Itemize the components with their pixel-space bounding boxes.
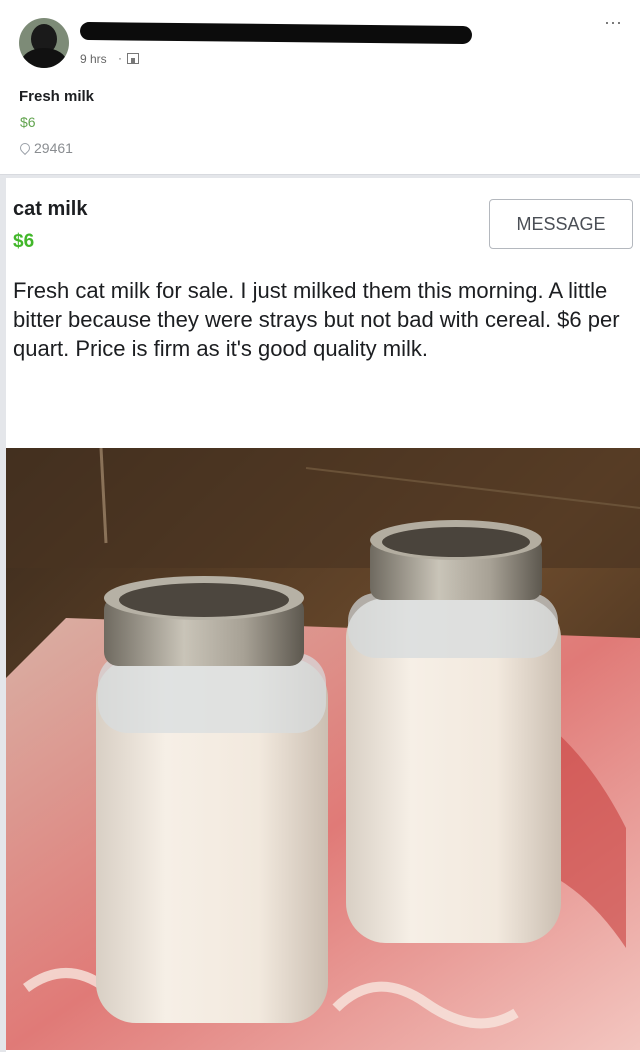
location-pin-icon [17,140,33,156]
shared-listing-title[interactable]: Fresh milk [19,88,94,105]
avatar[interactable] [19,18,69,68]
left-jar [96,576,328,1023]
listing-description: Fresh cat milk for sale. I just milked t… [13,278,620,361]
shared-listing-price: $6 [20,114,36,130]
avatar-silhouette-body [21,48,67,68]
listing-card: cat milk $6 MESSAGE Fresh cat milk for s… [6,178,640,1052]
listing-price: $6 [13,231,35,252]
right-jar [346,520,561,943]
listing-photo[interactable] [6,448,640,1050]
more-options-icon[interactable]: ··· [604,12,622,33]
meta-separator: · [118,51,122,65]
redacted-username [79,21,473,45]
marketplace-icon [127,53,139,64]
shared-listing-location: 29461 [34,140,73,156]
listing-title: cat milk [13,198,88,220]
post-time: 9 hrs [80,52,107,66]
shared-post-header: 9 hrs · ··· Fresh milk $6 29461 [0,0,640,175]
message-button[interactable]: MESSAGE [489,199,633,249]
